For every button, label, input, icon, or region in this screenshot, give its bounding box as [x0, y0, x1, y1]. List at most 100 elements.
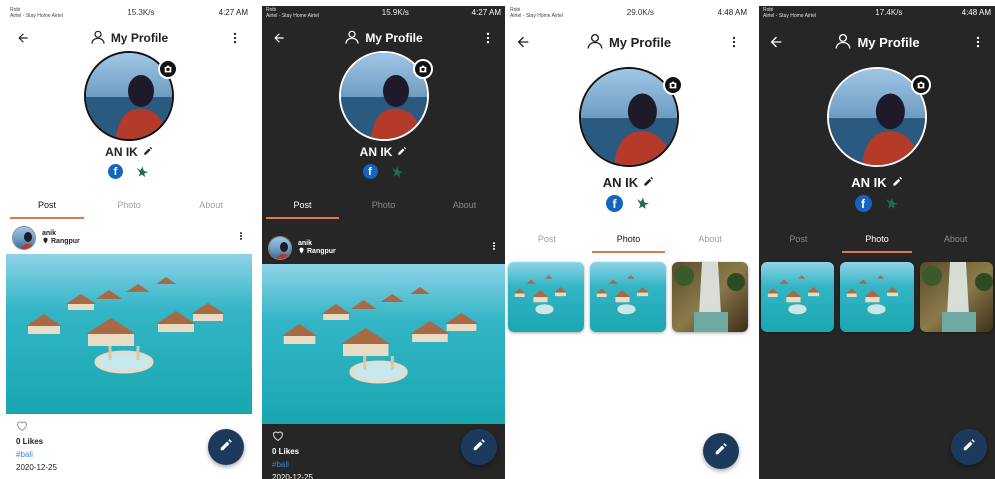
bird-icon[interactable]	[884, 195, 900, 216]
tab-photo[interactable]: Photo	[588, 226, 670, 253]
screen-post-dark: Robi Airtel - Stay Home Airtel 15.9K/s 4:…	[262, 6, 505, 479]
status-bar: Robi Airtel - Stay Home Airtel 17.4K/s 4:…	[759, 6, 995, 25]
back-arrow-icon[interactable]	[270, 29, 288, 47]
back-arrow-icon[interactable]	[767, 33, 785, 51]
post-username[interactable]: anik	[42, 230, 80, 237]
tab-about[interactable]: About	[916, 226, 995, 253]
heart-outline-icon[interactable]	[16, 421, 28, 433]
clock: 4:27 AM	[218, 8, 248, 17]
page-title: My Profile	[110, 31, 169, 45]
tab-about[interactable]: About	[170, 192, 252, 219]
bird-icon[interactable]	[635, 195, 651, 216]
tab-post[interactable]: Post	[6, 192, 88, 219]
more-vert-icon[interactable]	[969, 33, 987, 51]
user-outline-icon	[90, 29, 106, 48]
more-vert-icon[interactable]	[725, 33, 743, 51]
profile-name: AN IK	[851, 175, 887, 190]
profile-avatar[interactable]	[578, 67, 683, 167]
status-bar: Robi Airtel - Stay Home Airtel 29.0K/s 4:…	[506, 6, 751, 25]
profile-avatar[interactable]	[338, 51, 433, 141]
user-outline-icon	[834, 32, 852, 53]
app-bar: My Profile	[6, 25, 252, 51]
camera-icon[interactable]	[911, 75, 931, 95]
net-speed: 29.0K/s	[626, 8, 654, 17]
carrier-sub: Airtel - Stay Home Airtel	[10, 13, 64, 19]
pencil-icon	[714, 442, 728, 461]
edit-fab[interactable]	[208, 429, 244, 465]
profile-avatar[interactable]	[827, 67, 931, 167]
facebook-icon[interactable]: f	[108, 164, 123, 179]
carrier-sub: Airtel - Stay Home Airtel	[510, 13, 564, 19]
tab-photo[interactable]: Photo	[88, 192, 170, 219]
post-image[interactable]	[6, 254, 252, 414]
profile-tabs: Post Photo About	[6, 192, 252, 220]
more-vert-icon[interactable]	[226, 29, 244, 47]
location-pin-icon	[42, 237, 49, 246]
edit-fab[interactable]	[703, 433, 739, 469]
pencil-icon[interactable]	[892, 175, 903, 190]
tab-post[interactable]: Post	[506, 226, 588, 253]
screen-photo-light: Robi Airtel - Stay Home Airtel 29.0K/s 4:…	[506, 6, 751, 479]
facebook-icon[interactable]: f	[606, 195, 623, 212]
post-image[interactable]	[262, 264, 505, 424]
net-speed: 15.3K/s	[127, 8, 155, 17]
photo-thumbnail[interactable]	[508, 262, 584, 332]
more-vert-icon[interactable]	[489, 239, 499, 257]
bird-icon[interactable]	[390, 164, 405, 184]
profile-tabs: Post Photo About	[506, 226, 751, 254]
pencil-icon	[219, 438, 233, 457]
pencil-icon[interactable]	[143, 145, 153, 159]
camera-icon[interactable]	[158, 59, 178, 79]
tab-post[interactable]: Post	[262, 192, 343, 219]
tab-about[interactable]: About	[669, 226, 751, 253]
photo-thumbnail[interactable]	[590, 262, 666, 332]
post-location: Rangpur	[307, 248, 336, 255]
tab-photo[interactable]: Photo	[838, 226, 917, 253]
app-bar: My Profile	[506, 25, 751, 59]
profile-tabs: Post Photo About	[759, 226, 995, 254]
post-avatar[interactable]	[12, 226, 36, 250]
post-date: 2020-12-25	[272, 473, 313, 479]
photo-thumbnail[interactable]	[919, 262, 993, 332]
clock: 4:48 AM	[961, 8, 991, 17]
screen-post-light: Robi Airtel - Stay Home Airtel 15.3K/s 4:…	[6, 6, 252, 479]
page-title: My Profile	[608, 34, 672, 50]
clock: 4:48 AM	[717, 8, 747, 17]
tab-post[interactable]: Post	[759, 226, 838, 253]
more-vert-icon[interactable]	[479, 29, 497, 47]
pencil-icon[interactable]	[397, 145, 407, 159]
user-outline-icon	[586, 32, 604, 53]
tab-about[interactable]: About	[424, 192, 505, 219]
pencil-icon[interactable]	[643, 175, 654, 190]
carrier-sub: Airtel - Stay Home Airtel	[266, 13, 320, 19]
heart-outline-icon[interactable]	[272, 431, 284, 443]
photo-thumbnail[interactable]	[761, 262, 835, 332]
camera-icon[interactable]	[662, 75, 683, 95]
more-vert-icon[interactable]	[236, 229, 246, 247]
post-username[interactable]: anik	[298, 240, 336, 247]
edit-fab[interactable]	[951, 429, 987, 465]
profile-name: AN IK	[105, 145, 138, 159]
post-avatar[interactable]	[268, 236, 292, 260]
tab-photo[interactable]: Photo	[343, 192, 424, 219]
back-arrow-icon[interactable]	[14, 29, 32, 47]
photo-thumbnail[interactable]	[672, 262, 748, 332]
profile-name: AN IK	[359, 145, 393, 159]
app-bar: My Profile	[759, 25, 995, 59]
status-bar: Robi Airtel - Stay Home Airtel 15.3K/s 4:…	[6, 6, 252, 25]
post-location: Rangpur	[51, 238, 80, 245]
profile-name: AN IK	[602, 175, 639, 190]
location-pin-icon	[298, 247, 305, 256]
profile-avatar[interactable]	[84, 51, 178, 141]
back-arrow-icon[interactable]	[514, 33, 532, 51]
post-date: 2020-12-25	[16, 463, 57, 472]
bird-icon[interactable]	[135, 164, 150, 184]
app-bar: My Profile	[262, 25, 505, 51]
photo-thumbnail[interactable]	[840, 262, 914, 332]
camera-icon[interactable]	[412, 59, 433, 79]
edit-fab[interactable]	[461, 429, 497, 465]
facebook-icon[interactable]: f	[854, 195, 872, 212]
photo-grid	[759, 254, 995, 340]
facebook-icon[interactable]: f	[362, 164, 378, 179]
post-hashtag[interactable]: #bali	[272, 460, 495, 469]
